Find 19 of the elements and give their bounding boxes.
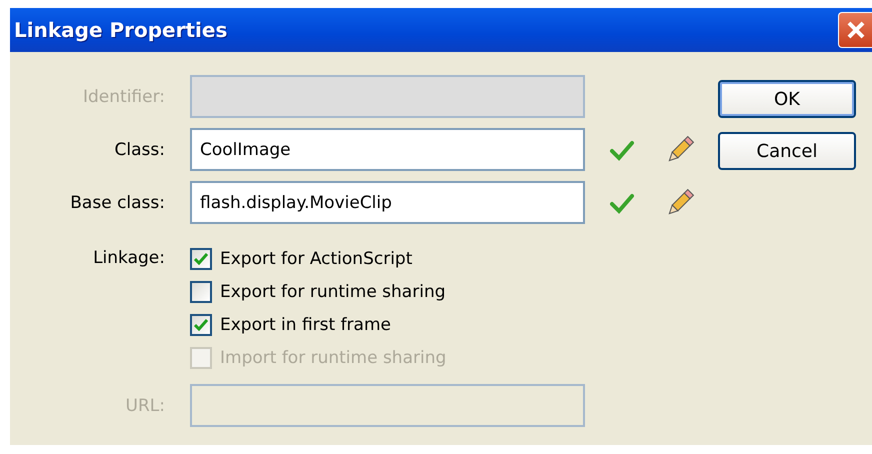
field-label: Identifier:	[82, 86, 165, 106]
window-title: Linkage Properties	[13, 18, 228, 42]
text-field[interactable]: CoolImage	[190, 128, 585, 171]
field-label: Class:	[114, 140, 165, 160]
text-field[interactable]: flash.display.MovieClip	[190, 181, 585, 224]
checkbox-label[interactable]: Export for ActionScript	[220, 248, 412, 268]
checkbox-label[interactable]: Export for runtime sharing	[220, 282, 446, 302]
checkbox-label[interactable]: Export in first frame	[220, 314, 391, 334]
close-icon[interactable]	[838, 12, 872, 48]
field-label: URL:	[126, 396, 165, 416]
cancel-button[interactable]: Cancel	[718, 132, 856, 170]
field-label: Base class:	[70, 192, 165, 212]
checkbox[interactable]	[190, 314, 212, 336]
ok-button[interactable]: OK	[718, 80, 856, 118]
checkbox[interactable]	[190, 280, 212, 302]
checkbox[interactable]	[190, 248, 212, 270]
checkmark-icon	[194, 252, 208, 264]
linkage-label: Linkage:	[93, 247, 165, 270]
checkmark-icon	[194, 318, 208, 330]
